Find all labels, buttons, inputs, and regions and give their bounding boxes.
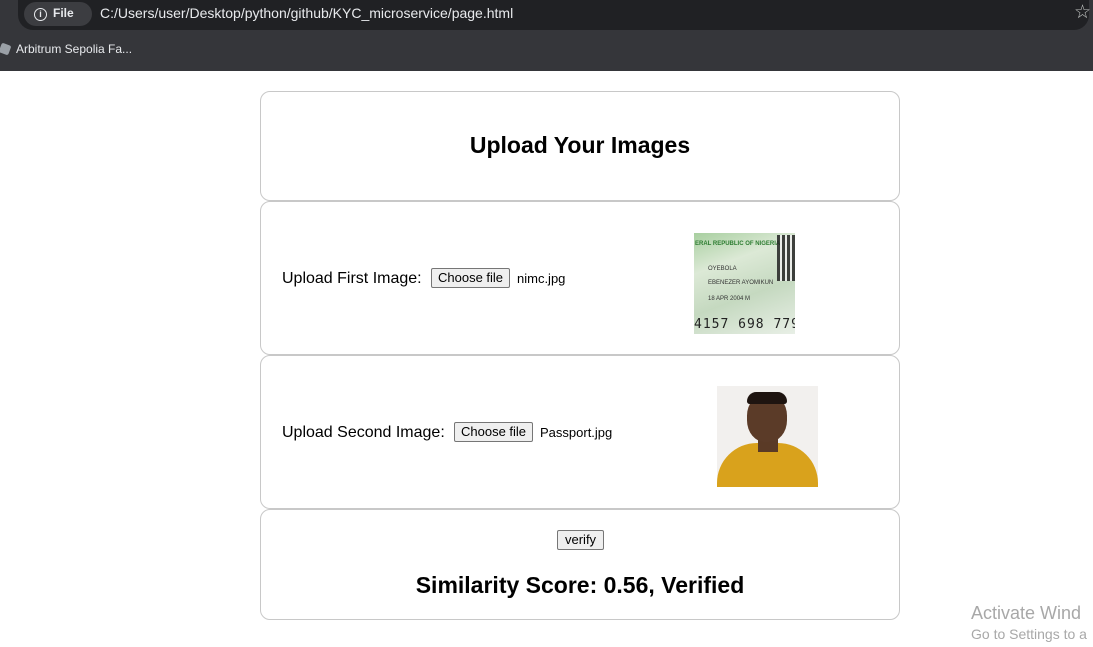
site-info-chip[interactable]: i File [24,2,92,26]
bookmark-star-icon[interactable]: ☆ [1074,2,1091,24]
second-file-name: Passport.jpg [540,425,613,440]
second-choose-file-button[interactable]: Choose file [454,422,534,442]
watermark-line1: Activate Wind [971,603,1082,623]
first-upload-card: Upload First Image: Choose file nimc.jpg… [260,201,900,355]
address-bar[interactable]: i File C:/Users/user/Desktop/python/gith… [18,0,1091,30]
first-choose-file-button[interactable]: Choose file [431,268,511,288]
info-icon: i [34,8,47,21]
first-upload-label: Upload First Image: [282,270,422,287]
activation-watermark: Activate Wind Go to Settings to a [971,603,1087,642]
second-upload-card: Upload Second Image: Choose file Passpor… [260,355,900,509]
first-image-preview: ERAL REPUBLIC OF NIGERIA OYEBOLA EBENEZE… [694,233,795,334]
first-file-name: nimc.jpg [517,271,566,286]
bookmark-favicon-icon [0,42,12,56]
similarity-result: Similarity Score: 0.56, Verified [415,572,745,598]
bookmark-label: Arbitrum Sepolia Fa... [16,42,133,56]
title-card: Upload Your Images [260,91,900,201]
second-image-preview [717,386,818,487]
browser-chrome: i File C:/Users/user/Desktop/python/gith… [0,0,1093,71]
page-title: Upload Your Images [469,132,691,158]
site-info-label: File [53,6,74,20]
watermark-line2: Go to Settings to a [971,626,1087,642]
verify-button[interactable]: verify [557,530,605,550]
verify-card: verify Similarity Score: 0.56, Verified [260,509,900,620]
url-text[interactable]: C:/Users/user/Desktop/python/github/KYC_… [100,5,513,21]
second-upload-label: Upload Second Image: [282,424,445,441]
